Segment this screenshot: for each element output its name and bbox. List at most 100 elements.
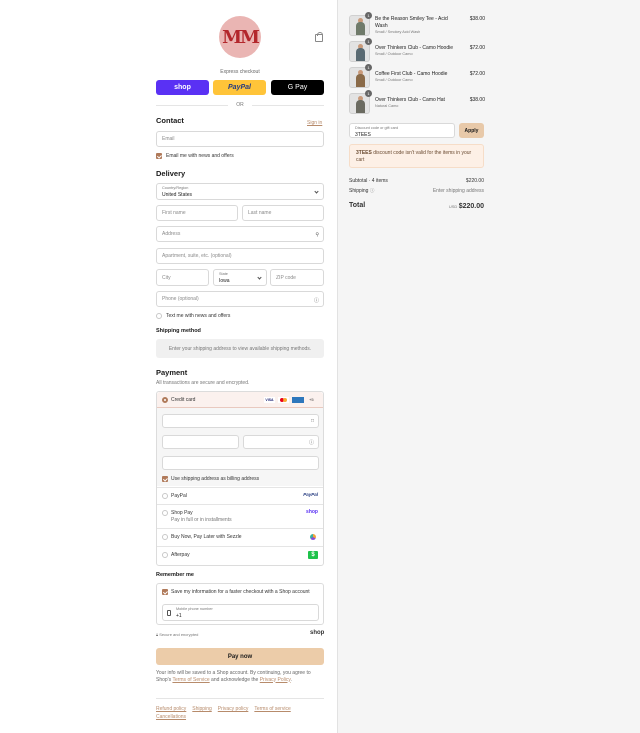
privacy-policy-footer-link[interactable]: Privacy policy [218, 706, 249, 712]
billing-same-checkbox[interactable] [162, 476, 168, 482]
email-news-checkbox[interactable] [156, 153, 162, 159]
terms-text-3: . [290, 676, 292, 683]
mobile-phone-field[interactable]: Mobile phone number +1 [162, 604, 319, 621]
cancellations-link[interactable]: Cancellations [156, 714, 186, 720]
email-placeholder: Email [162, 136, 175, 142]
or-divider: OR [156, 102, 324, 108]
phone-field[interactable]: Phone (optional) ⓘ [156, 291, 324, 307]
card-number-field[interactable]: □ [162, 414, 319, 428]
discount-error-code: 3TEES [356, 150, 372, 156]
apartment-field[interactable]: Apartment, suite, etc. (optional) [156, 248, 324, 264]
afterpay-option[interactable]: Afterpay $ [157, 546, 323, 565]
product-price: $38.00 [469, 16, 485, 22]
subtotal-label: Subtotal · 4 items [349, 178, 388, 184]
terms-of-service-link[interactable]: Terms of Service [172, 677, 209, 683]
shop-pay-button[interactable]: shop [156, 80, 209, 95]
terms-text-2: and acknowledge the [209, 676, 260, 683]
credit-card-option[interactable]: Credit card VISA +5 [157, 392, 323, 408]
sezzle-radio[interactable] [162, 534, 168, 540]
shop-logo: shop [310, 630, 325, 636]
city-field[interactable]: City [156, 269, 209, 286]
sezzle-option[interactable]: Buy Now, Pay Later with Sezzle [157, 528, 323, 546]
paypal-label: PayPal [228, 84, 251, 91]
total-row: Total USD $220.00 [349, 202, 484, 210]
last-name-field[interactable]: Last name [242, 205, 324, 221]
terms-of-service-footer-link[interactable]: Terms of service [254, 706, 290, 712]
shop-pay-logo: shop [306, 509, 318, 515]
visa-icon: VISA [264, 397, 275, 403]
contact-title: Contact [156, 116, 184, 125]
subtotal-value: $220.00 [465, 178, 484, 184]
shipping-value: Enter shipping address [432, 188, 484, 194]
shop-pay-radio[interactable] [162, 510, 168, 516]
shop-pay-option-label: Shop Pay [171, 510, 193, 516]
product-name: Be the Reason Smiley Tee - Acid Wash [375, 16, 448, 29]
afterpay-option-label: Afterpay [171, 552, 190, 558]
footer-divider [156, 698, 324, 699]
store-logo[interactable]: MM [219, 16, 261, 58]
cart-item: 1 Be the Reason Smiley Tee - Acid Wash S… [349, 12, 485, 37]
cart-item: 1 Coffee First Club - Camo Hoodie Small … [349, 64, 485, 89]
save-info-checkbox[interactable] [162, 589, 168, 595]
mobile-phone-value: +1 [176, 613, 182, 619]
name-on-card-field[interactable] [162, 456, 319, 470]
secure-label: Secure and encrypted [159, 632, 199, 637]
total-amount: USD $220.00 [449, 203, 484, 210]
discount-code-input[interactable]: Discount code or gift card 3TEES [349, 123, 455, 138]
address-placeholder: Address [162, 231, 181, 237]
text-news-checkbox[interactable] [156, 313, 162, 319]
paypal-radio[interactable] [162, 493, 168, 499]
first-name-field[interactable]: First name [156, 205, 238, 221]
help-icon[interactable]: ⓘ [309, 439, 314, 446]
paypal-option[interactable]: PayPal PayPal [157, 487, 323, 504]
lock-icon: □ [310, 418, 314, 424]
country-select[interactable]: Country/Region United States [156, 183, 324, 200]
more-cards-label: +5 [309, 397, 314, 402]
shop-pay-option[interactable]: Shop Pay Pay in full or in installments … [157, 504, 323, 528]
state-select[interactable]: State Iowa [213, 269, 267, 286]
shipping-method-message: Enter your shipping address to view avai… [156, 339, 324, 358]
discount-value: 3TEES [355, 132, 371, 138]
paypal-button[interactable]: PayPal [213, 80, 266, 95]
afterpay-radio[interactable] [162, 552, 168, 558]
shipping-link[interactable]: Shipping [192, 706, 211, 712]
bag-icon[interactable] [315, 32, 323, 42]
text-news-label: Text me with news and offers [166, 313, 231, 319]
first-name-placeholder: First name [162, 210, 186, 216]
shipping-method-title: Shipping method [156, 328, 201, 334]
product-name: Coffee First Club - Camo Hoodie [375, 71, 448, 77]
shipping-message-text: Enter your shipping address to view avai… [168, 345, 312, 352]
amex-icon [292, 397, 304, 403]
payment-options: Credit card VISA +5 □ ⓘ Use shipping add… [156, 391, 324, 566]
pay-now-label: Pay now [227, 653, 253, 660]
security-code-field[interactable]: ⓘ [243, 435, 319, 449]
credit-card-label: Credit card [171, 397, 196, 403]
product-name: Over Thinkers Club - Camo Hat [375, 97, 445, 103]
refund-policy-link[interactable]: Refund policy [156, 706, 186, 712]
email-news-label: Email me with news and offers [166, 153, 234, 159]
state-value: Iowa [219, 278, 230, 284]
email-field[interactable]: Email [156, 131, 324, 147]
credit-card-radio[interactable] [162, 397, 168, 403]
product-name: Over Thinkers Club - Camo Hoodie [375, 45, 453, 51]
zip-field[interactable]: ZIP code [270, 269, 324, 286]
google-pay-button[interactable]: G Pay [271, 80, 324, 95]
search-icon: ⚲ [315, 232, 319, 238]
sign-in-link[interactable]: Sign in [307, 120, 322, 126]
address-field[interactable]: Address ⚲ [156, 226, 324, 242]
phone-icon [167, 610, 171, 616]
apply-label: Apply [464, 127, 479, 134]
quantity-badge: 1 [365, 38, 372, 45]
afterpay-icon: $ [308, 551, 318, 559]
pay-now-button[interactable]: Pay now [156, 648, 324, 665]
cart-item: 1 Over Thinkers Club - Camo Hat Natural … [349, 90, 485, 115]
currency-code: USD [448, 204, 458, 209]
last-name-placeholder: Last name [248, 210, 272, 216]
help-icon[interactable]: ⓘ [314, 297, 319, 304]
remember-me-box: Save my information for a faster checkou… [156, 583, 324, 625]
apply-discount-button[interactable]: Apply [459, 123, 484, 138]
credit-card-form: □ ⓘ Use shipping address as billing addr… [157, 408, 323, 486]
help-icon[interactable]: ⓘ [370, 188, 375, 193]
privacy-policy-link[interactable]: Privacy Policy [260, 677, 291, 683]
expiration-field[interactable] [162, 435, 239, 449]
